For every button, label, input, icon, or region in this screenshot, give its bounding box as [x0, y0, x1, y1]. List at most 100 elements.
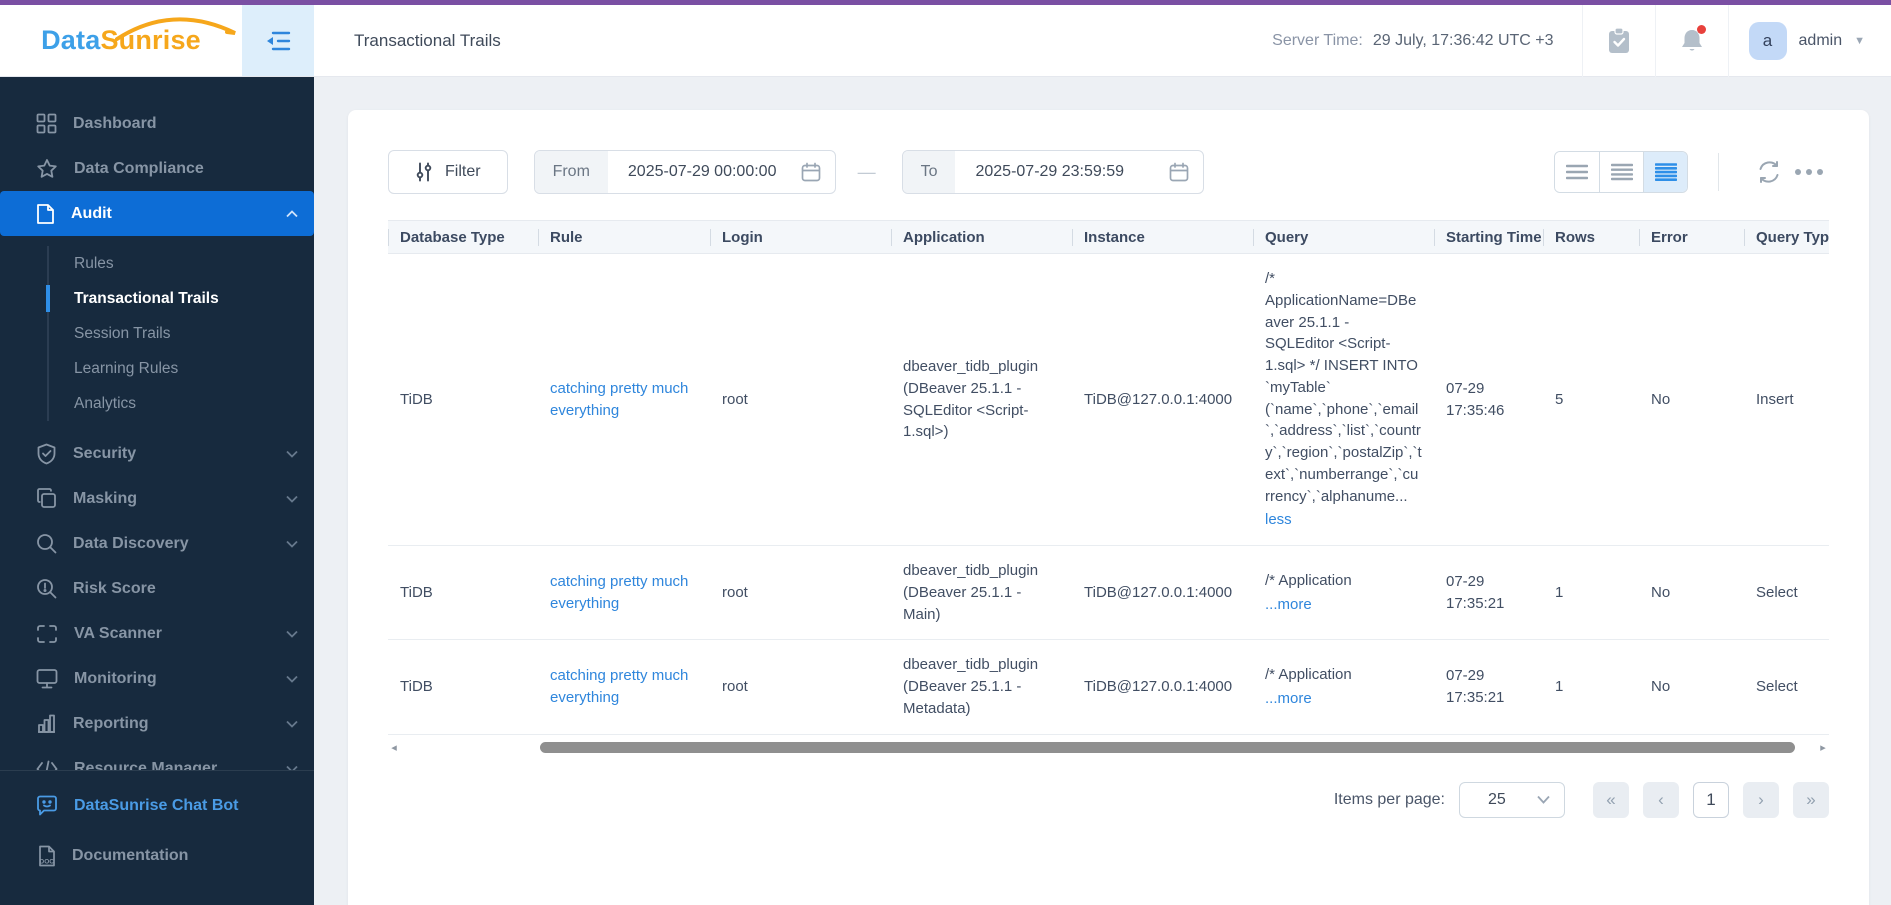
date-to-value: 2025-07-29 23:59:59 — [975, 163, 1125, 180]
query-more-link[interactable]: ...more — [1265, 594, 1422, 616]
cell-rows: 1 — [1543, 545, 1639, 641]
table-header-row: Database Type Rule Login Application Ins… — [388, 220, 1829, 254]
col-starting-time[interactable]: Starting Time — [1434, 220, 1543, 254]
cell-starting-time: 07-29 17:35:46 — [1434, 253, 1543, 546]
date-to-field[interactable]: To 2025-07-29 23:59:59 — [901, 150, 1204, 194]
cell-login: root — [710, 639, 891, 735]
sidebar-item-audit[interactable]: Audit — [0, 191, 314, 236]
cell-starting-time: 07-29 17:35:21 — [1434, 639, 1543, 735]
sidebar-item-rules[interactable]: Rules — [0, 246, 314, 281]
chevron-down-icon — [286, 715, 298, 733]
col-rule[interactable]: Rule — [538, 220, 710, 254]
cell-instance: TiDB@127.0.0.1:4000 — [1072, 639, 1253, 735]
brand-logo[interactable]: DataSunrise — [0, 5, 242, 76]
query-more-link[interactable]: ...more — [1265, 688, 1422, 710]
sidebar-item-label: Security — [73, 444, 137, 462]
file-icon — [37, 203, 54, 224]
sidebar-item-label: DataSunrise Chat Bot — [74, 797, 239, 814]
col-application[interactable]: Application — [891, 220, 1072, 254]
cell-query-type: Select — [1744, 639, 1829, 735]
sidebar-item-label: Risk Score — [73, 579, 156, 597]
items-per-page-select[interactable]: 25 — [1459, 781, 1565, 818]
scroll-left-arrow[interactable]: ◂ — [388, 741, 400, 754]
chevron-down-icon — [286, 445, 298, 463]
scrollbar-track[interactable] — [400, 742, 1817, 753]
main-content: Filter From 2025-07-29 00:00:00 — To 202… — [314, 77, 1891, 905]
sidebar-item-reporting[interactable]: Reporting — [0, 701, 314, 746]
sidebar-item-va-scanner[interactable]: VA Scanner — [0, 611, 314, 656]
date-from-value: 2025-07-29 00:00:00 — [627, 163, 777, 180]
sidebar-item-transactional-trails[interactable]: Transactional Trails — [0, 281, 314, 316]
chevron-down-icon: ▼ — [1854, 34, 1865, 47]
rule-link[interactable]: catching pretty much everything — [550, 665, 698, 709]
collapse-sidebar-icon — [267, 31, 291, 50]
rule-link[interactable]: catching pretty much everything — [550, 378, 698, 422]
sidebar-item-monitoring[interactable]: Monitoring — [0, 656, 314, 701]
brand-word-data: Data — [41, 25, 101, 55]
more-actions-button[interactable] — [1789, 152, 1829, 192]
notification-badge — [1696, 24, 1706, 34]
sidebar-item-label: Masking — [73, 489, 138, 507]
prev-page-button[interactable]: ‹ — [1643, 781, 1679, 818]
sidebar-item-chat-bot[interactable]: DataSunrise Chat Bot — [0, 781, 314, 831]
density-compact-button[interactable] — [1555, 152, 1599, 192]
table-row[interactable]: TiDB catching pretty much everything roo… — [388, 545, 1829, 641]
sidebar-item-data-discovery[interactable]: Data Discovery — [0, 521, 314, 566]
table-row[interactable]: TiDB catching pretty much everything roo… — [388, 253, 1829, 546]
sidebar-item-risk-score[interactable]: Risk Score — [0, 566, 314, 611]
sidebar-bottom-section: DataSunrise Chat Bot DOC Documentation — [0, 770, 314, 905]
cell-instance: TiDB@127.0.0.1:4000 — [1072, 545, 1253, 641]
col-database-type[interactable]: Database Type — [388, 220, 538, 254]
cell-query-type: Insert — [1744, 253, 1829, 546]
sidebar-item-analytics[interactable]: Analytics — [0, 386, 314, 421]
sidebar-collapse-button[interactable] — [242, 5, 314, 76]
sidebar-item-data-compliance[interactable]: Data Compliance — [0, 146, 314, 191]
sidebar-item-learning-rules[interactable]: Learning Rules — [0, 351, 314, 386]
sidebar-item-documentation[interactable]: DOC Documentation — [0, 831, 314, 881]
density-full-button[interactable] — [1643, 152, 1687, 192]
sidebar-item-dashboard[interactable]: Dashboard — [0, 101, 314, 146]
last-page-button[interactable]: » — [1793, 781, 1829, 818]
sidebar-item-security[interactable]: Security — [0, 431, 314, 476]
sidebar-item-label: Audit — [71, 204, 112, 222]
monitor-icon — [36, 669, 58, 689]
calendar-icon[interactable] — [801, 151, 835, 193]
scroll-right-arrow[interactable]: ▸ — [1817, 741, 1829, 754]
documentation-icon: DOC — [39, 845, 55, 867]
cell-login: root — [710, 545, 891, 641]
sidebar-item-session-trails[interactable]: Session Trails — [0, 316, 314, 351]
server-time-label: Server Time: — [1272, 31, 1363, 49]
tasks-button[interactable] — [1583, 5, 1655, 77]
col-query-type[interactable]: Query Type — [1744, 220, 1829, 254]
date-from-field[interactable]: From 2025-07-29 00:00:00 — [533, 150, 836, 194]
sidebar-item-label: Data Compliance — [74, 159, 204, 177]
col-login[interactable]: Login — [710, 220, 891, 254]
filter-button[interactable]: Filter — [388, 150, 508, 194]
scrollbar-thumb[interactable] — [540, 742, 1795, 753]
audit-table: Database Type Rule Login Application Ins… — [388, 220, 1829, 735]
notifications-button[interactable] — [1656, 5, 1728, 77]
user-menu[interactable]: a admin ▼ — [1729, 21, 1891, 60]
col-query[interactable]: Query — [1253, 220, 1434, 254]
col-instance[interactable]: Instance — [1072, 220, 1253, 254]
rule-link[interactable]: catching pretty much everything — [550, 571, 698, 615]
query-less-link[interactable]: less — [1265, 509, 1422, 531]
col-error[interactable]: Error — [1639, 220, 1744, 254]
density-compact-icon — [1566, 164, 1588, 180]
first-page-button[interactable]: « — [1593, 781, 1629, 818]
date-range-separator: — — [857, 161, 876, 182]
shield-check-icon — [37, 443, 56, 464]
current-page-button[interactable]: 1 — [1693, 781, 1729, 818]
chevron-up-icon — [286, 205, 298, 223]
col-rows[interactable]: Rows — [1543, 220, 1639, 254]
next-page-button[interactable]: › — [1743, 781, 1779, 818]
sidebar-item-masking[interactable]: Masking — [0, 476, 314, 521]
audit-submenu: Rules Transactional Trails Session Trail… — [0, 236, 314, 431]
refresh-button[interactable] — [1749, 152, 1789, 192]
pagination: Items per page: 25 « ‹ 1 › » — [388, 781, 1829, 818]
cell-query-type: Select — [1744, 545, 1829, 641]
calendar-icon[interactable] — [1169, 151, 1203, 193]
density-medium-button[interactable] — [1599, 152, 1643, 192]
table-row[interactable]: TiDB catching pretty much everything roo… — [388, 639, 1829, 735]
cell-application: dbeaver_tidb_plugin (DBeaver 25.1.1 - Me… — [891, 639, 1072, 735]
